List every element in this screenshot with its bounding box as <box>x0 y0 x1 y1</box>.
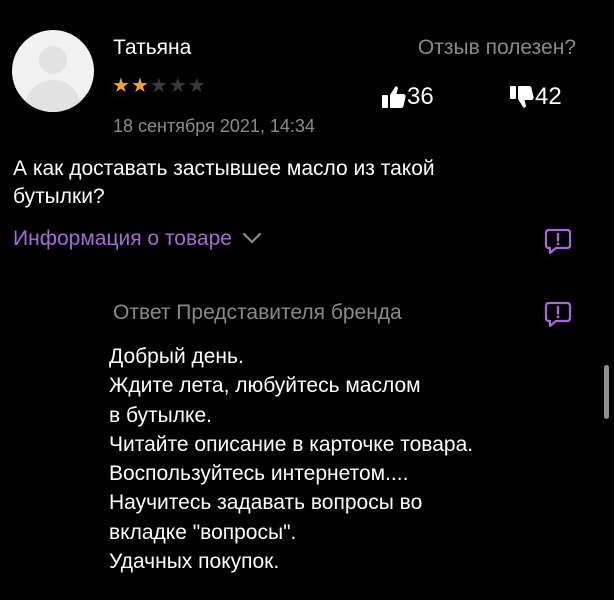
thumbs-down-icon <box>509 84 535 110</box>
rating-stars: ★ ★ ★ ★ ★ <box>112 76 206 96</box>
report-icon <box>543 228 573 261</box>
report-reply-button[interactable] <box>543 300 573 335</box>
avatar <box>12 30 94 112</box>
brand-reply-title: Ответ Представителя бренда <box>113 301 402 324</box>
dislike-button[interactable]: 42 <box>509 83 562 111</box>
chevron-down-icon <box>242 227 262 251</box>
brand-reply-text: Добрый день. Ждите лета, любуйтесь масло… <box>109 345 474 574</box>
like-count: 36 <box>407 83 434 110</box>
star-empty-icon: ★ <box>149 75 168 97</box>
star-filled-icon: ★ <box>112 75 130 97</box>
dislike-count: 42 <box>535 83 562 110</box>
scrollbar[interactable] <box>604 365 609 419</box>
review-card: Татьяна ★ ★ ★ ★ ★ 18 сентября 2021, 14:34 От… <box>0 0 614 600</box>
like-button[interactable]: 36 <box>381 83 434 111</box>
review-text: А как доставать застывшее масло из такой… <box>13 157 435 208</box>
thumbs-up-icon <box>381 84 407 110</box>
review-date: 18 сентября 2021, 14:34 <box>113 116 315 136</box>
star-filled-icon: ★ <box>130 75 149 97</box>
helpful-question: Отзыв полезен? <box>417 36 576 59</box>
avatar-body <box>25 80 81 112</box>
avatar-head <box>39 46 67 74</box>
star-empty-icon: ★ <box>168 75 187 97</box>
review-author: Татьяна <box>113 36 192 59</box>
product-info-label: Информация о товаре <box>13 227 232 250</box>
report-review-button[interactable] <box>543 227 573 262</box>
product-info-toggle[interactable]: Информация о товаре <box>13 227 262 251</box>
star-empty-icon: ★ <box>187 75 206 97</box>
report-icon <box>543 301 573 334</box>
